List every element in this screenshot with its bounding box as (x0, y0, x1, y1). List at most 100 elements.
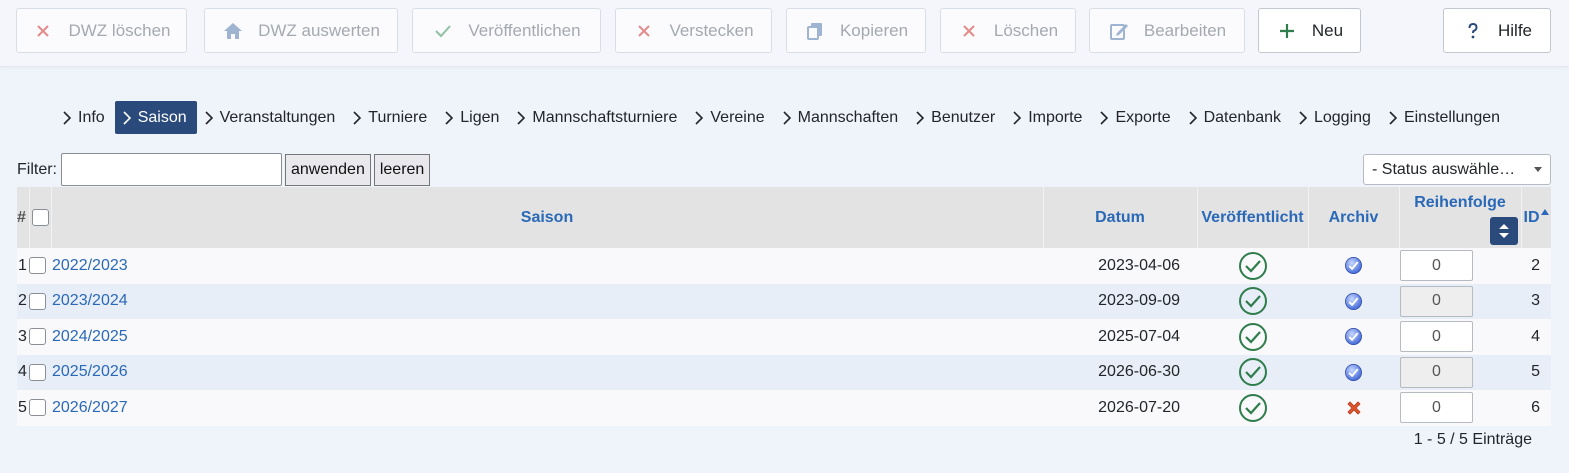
saison-link[interactable]: 2024/2025 (51, 328, 128, 345)
nav-item-exporte[interactable]: Exporte (1092, 101, 1180, 134)
chevron-right-icon (780, 110, 794, 125)
column-header-checkbox (29, 187, 52, 248)
filter-input[interactable] (61, 153, 282, 186)
published-check-icon[interactable] (1238, 286, 1268, 316)
nav-item-mannschaften[interactable]: Mannschaften (775, 101, 909, 134)
column-header-archive[interactable]: Archiv (1308, 187, 1400, 248)
dwz-evaluate-button[interactable]: DWZ auswerten (204, 8, 398, 53)
chevron-right-icon (1186, 110, 1200, 125)
nav-item-vereine[interactable]: Vereine (687, 101, 774, 134)
nav-item-saison[interactable]: Saison (114, 101, 197, 134)
saison-link[interactable]: 2023/2024 (51, 292, 128, 309)
dwz-evaluate-label: DWZ auswerten (258, 20, 380, 40)
clear-filter-button[interactable]: leeren (373, 153, 431, 186)
save-order-button[interactable] (1489, 217, 1518, 245)
row-checkbox[interactable] (29, 328, 46, 346)
nav-item-benutzer[interactable]: Benutzer (908, 101, 1005, 134)
row-checkbox[interactable] (29, 363, 46, 381)
nav-item-label: Saison (137, 108, 187, 126)
nav-item-info[interactable]: Info (55, 101, 115, 134)
help-label: Hilfe (1497, 20, 1532, 40)
saison-link[interactable]: 2026/2027 (51, 399, 128, 416)
chevron-right-icon (202, 110, 216, 125)
id-cell: 3 (1521, 283, 1551, 319)
published-check-icon[interactable] (1238, 251, 1268, 281)
archive-cell (1308, 390, 1399, 426)
publish-button[interactable]: Veröffentlichen (412, 8, 601, 53)
row-checkbox-cell (29, 319, 51, 355)
saison-cell: 2023/2024 (51, 283, 1043, 319)
new-button[interactable]: Neu (1258, 8, 1361, 53)
home-icon (222, 20, 244, 42)
nav-item-label: Benutzer (931, 108, 996, 126)
nav-item-datenbank[interactable]: Datenbank (1181, 101, 1291, 134)
nav-item-label: Einstellungen (1403, 108, 1501, 126)
row-checkbox-cell (29, 283, 51, 319)
nav-item-logging[interactable]: Logging (1291, 101, 1381, 134)
order-input[interactable]: 0 (1400, 321, 1473, 353)
status-select-value: - Status auswähle… (1372, 160, 1516, 178)
chevron-right-icon (442, 110, 456, 125)
edit-label: Bearbeiten (1143, 20, 1227, 40)
copy-label: Kopieren (839, 20, 909, 40)
saison-cell: 2025/2026 (51, 354, 1043, 390)
order-input[interactable]: 0 (1400, 392, 1473, 424)
nav-item-einstellungen[interactable]: Einstellungen (1381, 101, 1510, 134)
column-header-num: # (17, 187, 30, 248)
published-check-icon[interactable] (1238, 393, 1268, 423)
order-input[interactable]: 0 (1400, 285, 1473, 317)
column-header-id[interactable]: ID (1521, 187, 1551, 248)
archive-cell (1308, 354, 1399, 390)
order-input[interactable]: 0 (1400, 356, 1473, 388)
chevron-right-icon (120, 110, 134, 125)
chevron-right-icon (60, 110, 74, 125)
nav-item-mannschaftsturniere[interactable]: Mannschaftsturniere (509, 101, 687, 134)
nav-item-label: Mannschaftsturniere (532, 108, 678, 126)
archive-cell (1308, 248, 1399, 284)
help-button[interactable]: Hilfe (1443, 8, 1551, 53)
column-header-order-label[interactable]: Reihenfolge (1414, 194, 1506, 211)
order-cell: 0 (1399, 390, 1521, 426)
edit-button[interactable]: Bearbeiten (1089, 8, 1245, 53)
column-header-datum[interactable]: Datum (1043, 187, 1198, 248)
column-header-published[interactable]: Veröffentlicht (1197, 187, 1309, 248)
table-row: 1 2022/2023 2023-04-06 0 2 (17, 248, 1551, 284)
table-body: 1 2022/2023 2023-04-06 0 2 2 2023/2024 2023-09-… (17, 248, 1551, 426)
row-number: 4 (17, 354, 29, 390)
datum-cell: 2025-07-04 (1043, 319, 1197, 355)
row-checkbox[interactable] (29, 292, 46, 310)
chevron-right-icon (350, 110, 364, 125)
select-all-checkbox[interactable] (31, 208, 49, 226)
delete-button[interactable]: Löschen (940, 8, 1076, 53)
status-select[interactable]: - Status auswähle… (1363, 154, 1551, 185)
archive-cell (1308, 283, 1399, 319)
row-number: 2 (17, 283, 29, 319)
nav-item-turniere[interactable]: Turniere (345, 101, 437, 134)
delete-label: Löschen (993, 20, 1059, 40)
nav-item-ligen[interactable]: Ligen (437, 101, 509, 134)
published-check-icon[interactable] (1238, 357, 1268, 387)
nav-item-importe[interactable]: Importe (1005, 101, 1092, 134)
saison-link[interactable]: 2022/2023 (51, 257, 128, 274)
datum-cell: 2023-04-06 (1043, 248, 1197, 284)
saison-link[interactable]: 2025/2026 (51, 363, 128, 380)
order-input[interactable]: 0 (1400, 250, 1473, 282)
column-header-saison[interactable]: Saison (51, 187, 1044, 248)
dwz-delete-button[interactable]: DWZ löschen (16, 8, 187, 53)
archived-icon (1344, 292, 1363, 311)
pager-info: 1 - 5 / 5 Einträge (1413, 431, 1532, 448)
apply-filter-button[interactable]: anwenden (285, 153, 371, 186)
row-checkbox-cell (29, 354, 51, 390)
column-header-order: Reihenfolge (1399, 187, 1522, 248)
published-check-icon[interactable] (1238, 322, 1268, 352)
row-checkbox[interactable] (29, 399, 46, 417)
copy-button[interactable]: Kopieren (786, 8, 926, 53)
chevron-right-icon (692, 110, 706, 125)
datum-cell: 2023-09-09 (1043, 283, 1197, 319)
hide-button[interactable]: Verstecken (615, 8, 772, 53)
chevron-down-icon (1534, 167, 1542, 172)
row-checkbox[interactable] (29, 257, 46, 275)
row-checkbox-cell (29, 248, 51, 284)
nav-item-veranstaltungen[interactable]: Veranstaltungen (197, 101, 346, 134)
nav-item-label: Info (78, 108, 105, 126)
